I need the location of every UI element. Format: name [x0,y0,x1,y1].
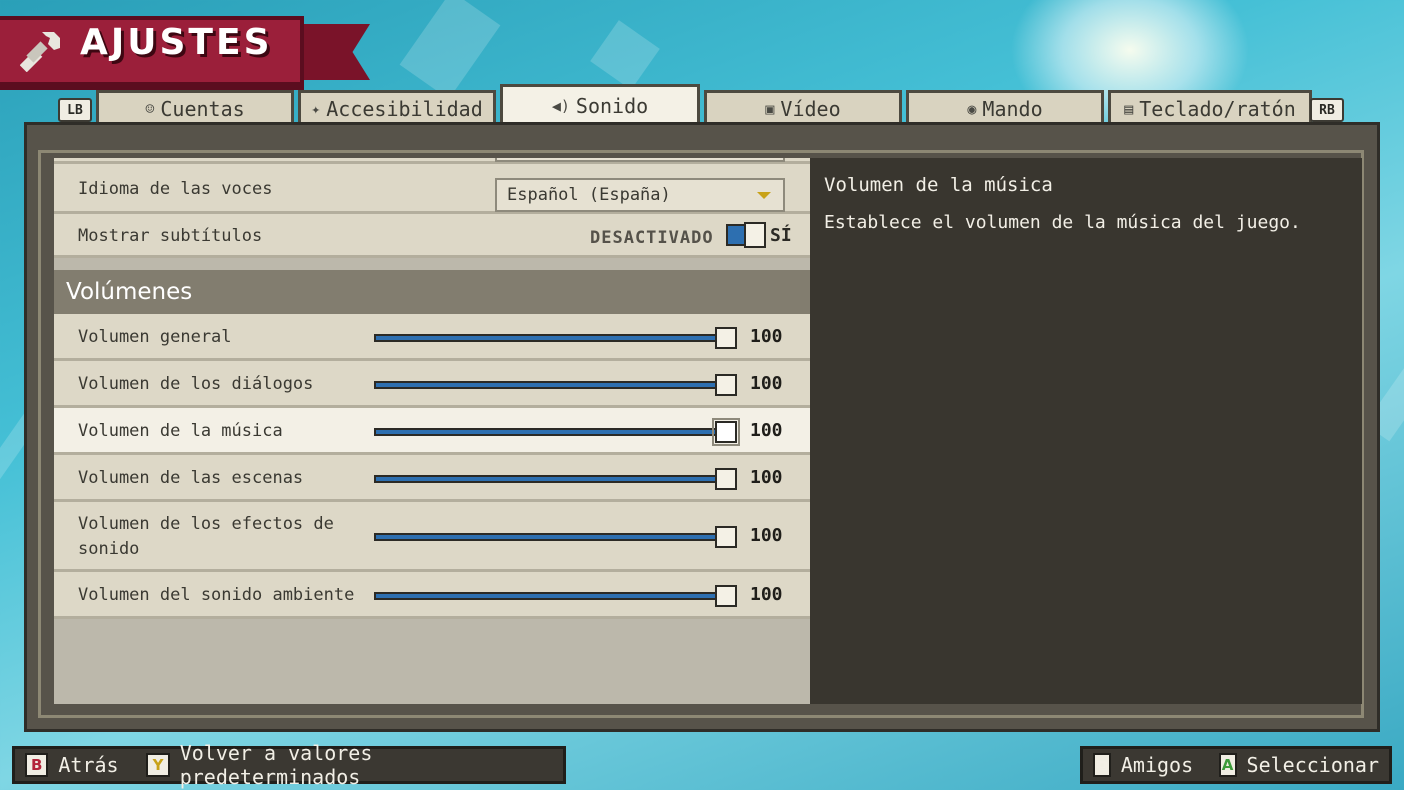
settings-list[interactable]: Idioma de las voces Español (España) Mos… [54,158,810,704]
volume-row-music[interactable]: Volumen de la música 100 [54,408,810,455]
volume-row-scenes[interactable]: Volumen de las escenas 100 [54,455,810,502]
section-header-volumes: Volúmenes [54,270,810,314]
volume-value: 100 [750,525,783,546]
volume-slider-track[interactable] [374,533,724,541]
volume-slider-track[interactable] [374,381,724,389]
volume-value: 100 [750,326,783,347]
back-action[interactable]: Atrás [58,753,118,777]
tab-video[interactable]: ▣ Vídeo [704,90,902,124]
person-icon: ☺ [145,99,155,118]
setting-voice-language[interactable]: Idioma de las voces Español (España) [54,164,810,214]
gamepad-icon: ◉ [967,99,977,118]
volume-slider-knob[interactable] [712,418,740,446]
volume-label: Volumen general [78,327,232,347]
page-title: AJUSTES [80,22,273,63]
footer-left: B Atrás Y Volver a valores predeterminad… [12,741,566,789]
volume-label: Volumen de los diálogos [78,374,314,394]
volume-slider-knob[interactable] [715,526,737,548]
toggle-on-label: SÍ [770,225,792,246]
background-shape [590,20,660,90]
speaker-icon: ◀) [551,96,570,115]
b-button-icon[interactable]: B [25,753,49,777]
select-action[interactable]: Seleccionar [1247,753,1379,777]
volume-slider-track[interactable] [374,592,724,600]
volume-slider-track[interactable] [374,475,724,483]
volume-value: 100 [750,467,783,488]
volume-row-dialogs[interactable]: Volumen de los diálogos 100 [54,361,810,408]
volume-value: 100 [750,420,783,441]
section-title: Volúmenes [66,279,193,305]
setting-subtitles[interactable]: Mostrar subtítulos DESACTIVADO SÍ [54,214,810,258]
volume-slider-track[interactable] [374,428,724,436]
chevron-down-icon [757,192,771,199]
lb-button[interactable]: LB [58,98,92,122]
description-text: Establece el volumen de la música del ju… [824,212,1301,233]
keyboard-icon: ▤ [1124,99,1134,118]
tab-label: Vídeo [780,96,841,121]
a-button-icon[interactable]: A [1218,753,1237,777]
subtitles-toggle[interactable] [726,222,766,248]
tab-label: Teclado/ratón [1139,96,1296,121]
volume-row-ambient[interactable]: Volumen del sonido ambiente 100 [54,572,810,619]
tab-label: Mando [982,96,1043,121]
volume-row-general[interactable]: Volumen general 100 [54,314,810,361]
volume-slider-track[interactable] [374,334,724,342]
voice-language-dropdown[interactable]: Español (España) [495,178,785,212]
background-shape [399,0,501,100]
y-button-icon[interactable]: Y [146,753,170,777]
description-title: Volumen de la música [824,174,1053,196]
tab-accesibilidad[interactable]: ✦ Accesibilidad [298,90,496,124]
tab-label: Cuentas [160,96,245,121]
setting-label: Idioma de las voces [78,179,273,199]
wrench-icon [20,32,60,72]
tab-cuentas[interactable]: ☺ Cuentas [96,90,294,124]
volume-label: Volumen de los efectos de sonido [78,514,334,559]
tab-teclado-raton[interactable]: ▤ Teclado/ratón [1108,90,1312,124]
volume-slider-knob[interactable] [715,585,737,607]
accessibility-icon: ✦ [311,99,321,118]
dropdown-value: Español (España) [507,185,671,205]
volume-label: Volumen de la música [78,421,283,441]
footer-right: ⧉ Amigos A Seleccionar [1080,746,1392,784]
toggle-knob[interactable] [744,222,766,248]
volume-slider-knob[interactable] [715,327,737,349]
volume-value: 100 [750,584,783,605]
volume-row-sfx[interactable]: Volumen de los efectos de sonido 100 [54,502,810,572]
tab-mando[interactable]: ◉ Mando [906,90,1104,124]
friends-action[interactable]: Amigos [1121,753,1193,777]
volume-slider-knob[interactable] [715,468,737,490]
volume-slider-knob[interactable] [715,374,737,396]
view-button-icon[interactable]: ⧉ [1093,753,1111,777]
volume-label: Volumen de las escenas [78,468,304,488]
dropdown-partial [495,158,785,162]
tab-label: Sonido [575,93,649,118]
monitor-icon: ▣ [765,99,775,118]
description-panel: Volumen de la música Establece el volume… [810,158,1362,704]
restore-defaults-action[interactable]: Volver a valores predeterminados [180,741,553,789]
toggle-off-label: DESACTIVADO [590,228,714,248]
banner-tail [300,24,370,80]
tab-sonido[interactable]: ◀) Sonido [500,84,700,124]
volume-label: Volumen del sonido ambiente [78,585,355,605]
rb-button[interactable]: RB [1310,98,1344,122]
tab-label: Accesibilidad [326,96,483,121]
volume-value: 100 [750,373,783,394]
setting-label: Mostrar subtítulos [78,226,263,246]
